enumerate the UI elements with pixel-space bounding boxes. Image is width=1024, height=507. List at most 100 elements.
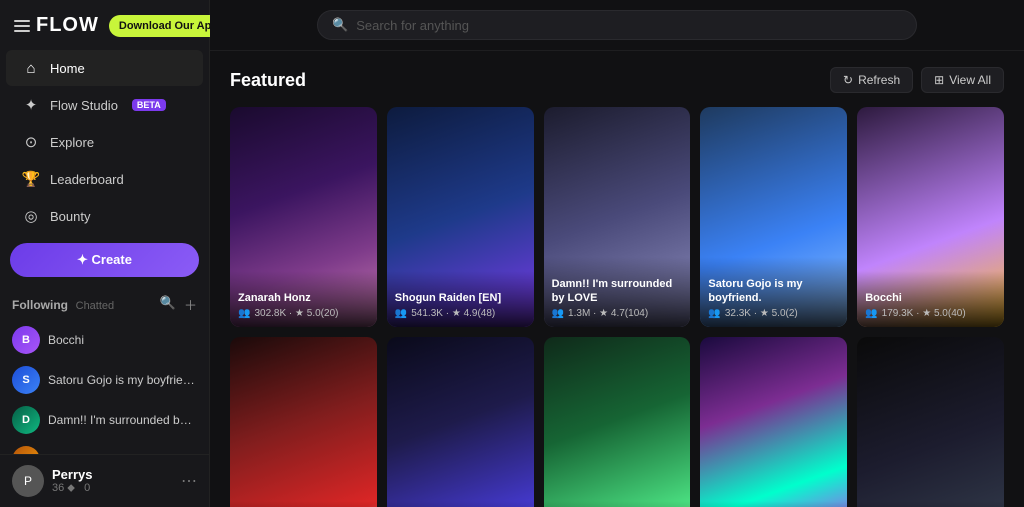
stats-icon: 👥 [395, 308, 407, 319]
stats-text: 1.3M · ★ 4.7(104) [568, 308, 648, 319]
leaderboard-icon: 🏆 [22, 170, 40, 188]
search-bar: 🔍 [317, 10, 917, 40]
stats-icon: 👥 [708, 308, 720, 319]
hamburger-menu[interactable] [14, 20, 30, 32]
header: 🔍 [210, 0, 1024, 51]
search-icon: 🔍 [332, 17, 348, 33]
card-stats: 👥 302.8K · ★ 5.0(20) [238, 308, 369, 319]
featured-section-header: Featured ↻ Refresh ⊞ View All [230, 67, 1004, 93]
list-item[interactable]: S Satoru Gojo is my boyfriend. [0, 360, 209, 400]
list-item[interactable]: B Bocchi [0, 320, 209, 360]
featured-card-5[interactable]: Bocchi 👥 179.3K · ★ 5.0(40) [857, 107, 1004, 327]
following-actions: 🔍 ＋ [160, 295, 197, 314]
card-overlay: Zanarah Honz 👥 302.8K · ★ 5.0(20) [230, 271, 377, 327]
app-logo: FLOW [36, 14, 99, 37]
user-avatar: P [12, 465, 44, 497]
card-stats: 👥 179.3K · ★ 5.0(40) [865, 308, 996, 319]
card-stats: 👥 541.3K · ★ 4.9(48) [395, 308, 526, 319]
stats-text: 541.3K · ★ 4.9(48) [411, 308, 495, 319]
card-overlay: Satoru Gojo is my boyfriend. 👥 32.3K · ★… [700, 257, 847, 328]
bounty-icon: ◎ [22, 207, 40, 225]
card-overlay: Ayumi 👥 6.0M · ★ 4.7(242) [544, 501, 691, 507]
featured-card-2[interactable]: Shogun Raiden [EN] 👥 541.3K · ★ 4.9(48) [387, 107, 534, 327]
avatar: S [12, 446, 40, 454]
featured-card-3[interactable]: Damn!! I'm surrounded by LOVE 👥 1.3M · ★… [544, 107, 691, 327]
refresh-button[interactable]: ↻ Refresh [830, 67, 913, 93]
add-following-icon[interactable]: ＋ [184, 295, 197, 314]
card-title: Satoru Gojo is my boyfriend. [708, 277, 839, 306]
sidebar: FLOW Download Our App ⌂ Home ✦ Flow Stud… [0, 0, 210, 507]
beta-badge: BETA [132, 99, 166, 111]
card-overlay: Shogun Raiden [EN] 👥 541.3K · ★ 4.9(48) [387, 271, 534, 327]
view-all-button[interactable]: ⊞ View All [921, 67, 1004, 93]
list-item[interactable]: D Damn!! I'm surrounded by LO... [0, 400, 209, 440]
logo-icon: FLOW [14, 14, 99, 37]
card-title: Damn!! I'm surrounded by LOVE [552, 277, 683, 306]
stats-text: 32.3K · ★ 5.0(2) [725, 308, 798, 319]
following-label: Following [12, 298, 68, 312]
avatar: S [12, 366, 40, 394]
sidebar-item-flow-studio[interactable]: ✦ Flow Studio BETA [6, 87, 203, 123]
more-options-button[interactable]: ⋯ [181, 471, 197, 491]
card-overlay: Katori 👥 2.2M · ★ 4.9(230) [857, 501, 1004, 507]
refresh-icon: ↻ [843, 73, 853, 87]
section-actions: ↻ Refresh ⊞ View All [830, 67, 1004, 93]
avatar: B [12, 326, 40, 354]
featured-card-6[interactable]: Makima 👥 3.8M · ★ 4.8(283) [230, 337, 377, 507]
list-item[interactable]: S Shogun Raiden [EN] [0, 440, 209, 454]
stats-icon: 👥 [238, 308, 250, 319]
card-title: Zanarah Honz [238, 291, 369, 305]
card-overlay: Makima 👥 3.8M · ★ 4.8(283) [230, 501, 377, 507]
user-info: Perrys 36 ⬥ 0 [52, 467, 173, 495]
user-stat1: 36 ⬥ [52, 482, 75, 494]
stats-text: 179.3K · ★ 5.0(40) [882, 308, 966, 319]
search-following-icon[interactable]: 🔍 [160, 295, 176, 314]
sidebar-footer: P Perrys 36 ⬥ 0 ⋯ [0, 454, 209, 507]
nav-label-explore: Explore [50, 135, 94, 150]
nav-label-home: Home [50, 61, 85, 76]
featured-card-10[interactable]: Katori 👥 2.2M · ★ 4.9(230) [857, 337, 1004, 507]
featured-card-4[interactable]: Satoru Gojo is my boyfriend. 👥 32.3K · ★… [700, 107, 847, 327]
logo-row: FLOW Download Our App [0, 0, 209, 49]
nav-label-bounty: Bounty [50, 209, 90, 224]
user-name: Perrys [52, 467, 173, 482]
chat-list: B Bocchi S Satoru Gojo is my boyfriend. … [0, 318, 209, 454]
card-stats: 👥 1.3M · ★ 4.7(104) [552, 308, 683, 319]
sidebar-item-bounty[interactable]: ◎ Bounty [6, 198, 203, 234]
main-nav: ⌂ Home ✦ Flow Studio BETA ⊙ Explore 🏆 Le… [0, 49, 209, 235]
sidebar-item-leaderboard[interactable]: 🏆 Leaderboard [6, 161, 203, 197]
featured-card-1[interactable]: Zanarah Honz 👥 302.8K · ★ 5.0(20) [230, 107, 377, 327]
featured-card-8[interactable]: Ayumi 👥 6.0M · ★ 4.7(242) [544, 337, 691, 507]
view-all-icon: ⊞ [934, 73, 944, 87]
search-input[interactable] [356, 18, 902, 33]
card-title: Bocchi [865, 291, 996, 305]
card-overlay: Mayu-Voices In My Head 👥 1.2M · ★ 4.9(17… [700, 501, 847, 507]
create-button[interactable]: ✦ Create [10, 243, 199, 277]
featured-cards-row2: Makima 👥 3.8M · ★ 4.8(283) Nikolas The V… [230, 337, 1004, 507]
sidebar-item-explore[interactable]: ⊙ Explore [6, 124, 203, 160]
card-stats: 👥 32.3K · ★ 5.0(2) [708, 308, 839, 319]
featured-card-7[interactable]: Nikolas The Vampire 👥 107.5K · ★ 4.2(12) [387, 337, 534, 507]
stats-icon: 👥 [552, 308, 564, 319]
chat-name: Bocchi [48, 333, 84, 347]
following-section: Following Chatted 🔍 ＋ [0, 287, 209, 318]
user-stats: 36 ⬥ 0 [52, 482, 173, 495]
featured-cards-row1: Zanarah Honz 👥 302.8K · ★ 5.0(20) Shogun… [230, 107, 1004, 327]
chatted-label: Chatted [76, 300, 115, 312]
explore-icon: ⊙ [22, 133, 40, 151]
following-header: Following Chatted [12, 297, 114, 312]
featured-title: Featured [230, 70, 306, 91]
card-overlay: Nikolas The Vampire 👥 107.5K · ★ 4.2(12) [387, 501, 534, 507]
sidebar-item-home[interactable]: ⌂ Home [6, 50, 203, 86]
user-stat2: 0 [84, 482, 90, 494]
stats-icon: 👥 [865, 308, 877, 319]
main-content: 🔍 Featured ↻ Refresh ⊞ View All Zanarah [210, 0, 1024, 507]
refresh-label: Refresh [858, 73, 900, 87]
nav-label-leaderboard: Leaderboard [50, 172, 124, 187]
card-overlay: Damn!! I'm surrounded by LOVE 👥 1.3M · ★… [544, 257, 691, 328]
home-icon: ⌂ [22, 59, 40, 77]
card-title: Shogun Raiden [EN] [395, 291, 526, 305]
nav-label-flow-studio: Flow Studio [50, 98, 118, 113]
avatar: D [12, 406, 40, 434]
featured-card-9[interactable]: Mayu-Voices In My Head 👥 1.2M · ★ 4.9(17… [700, 337, 847, 507]
